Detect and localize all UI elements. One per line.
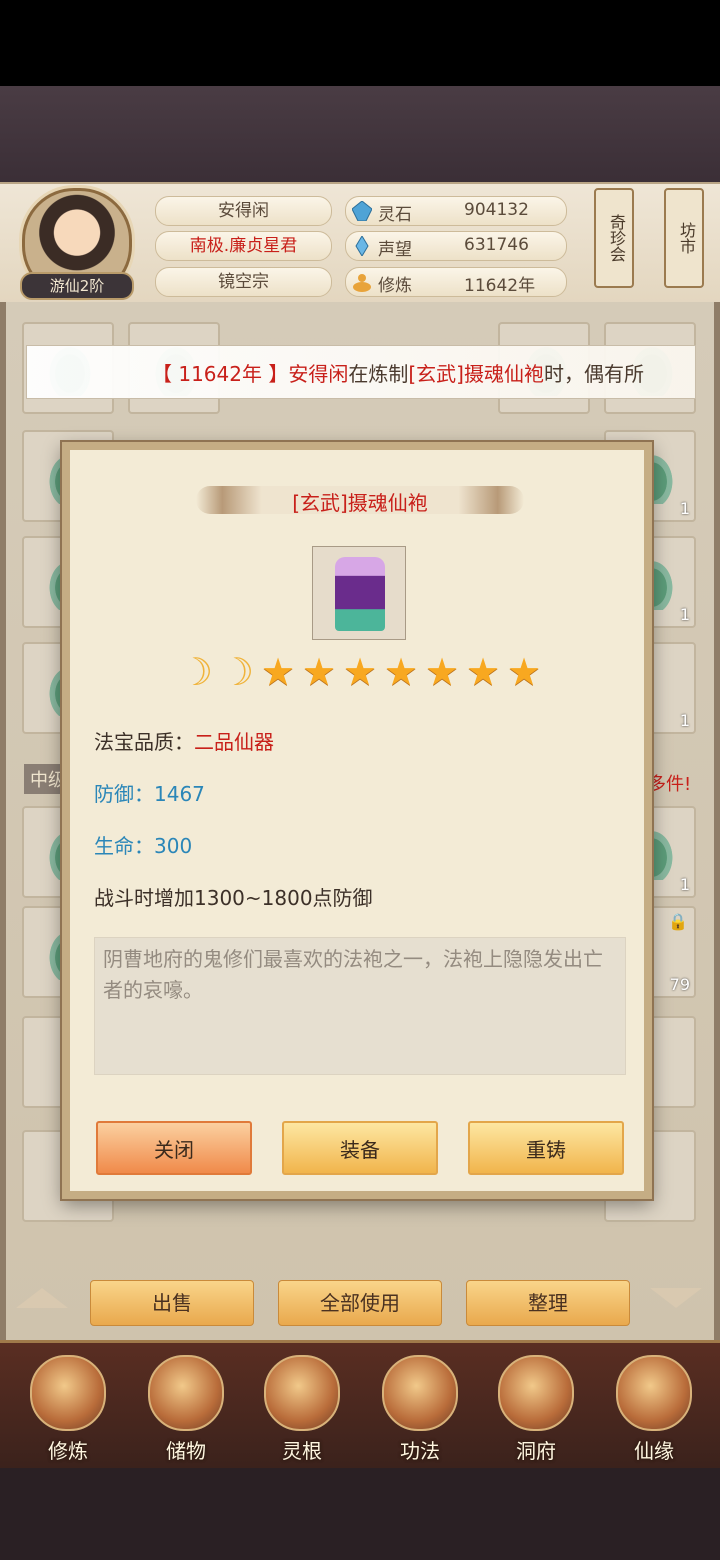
ticker-item: [玄武]摄魂仙袍 — [408, 362, 544, 386]
ticker-mid: 在炼制 — [348, 362, 409, 386]
star-grade-icon: ★ — [301, 650, 337, 694]
cultivation-icon — [352, 272, 372, 292]
player-sect: 镜空宗 — [155, 267, 332, 297]
top-background — [0, 86, 720, 186]
stat-value: 904132 — [464, 200, 529, 220]
cultivation-nav-icon — [30, 1355, 106, 1431]
player-title: 南极.廉贞星君 — [155, 231, 332, 261]
inventory-action-bar: 出售 全部使用 整理 — [90, 1280, 630, 1326]
star-grade-icon: ★ — [383, 650, 419, 694]
ticker-open: 【 — [152, 362, 179, 386]
equip-button[interactable]: 装备 — [282, 1121, 438, 1175]
dialog-title-bar: [玄武]摄魂仙袍 — [196, 478, 524, 522]
star-grade-icon: ★ — [342, 650, 378, 694]
stat-cultivation: 修炼 11642年 — [345, 267, 567, 297]
skill-book-icon — [382, 1355, 458, 1431]
player-name: 安得闲 — [155, 196, 332, 226]
nav-label: 储物 — [166, 1439, 206, 1463]
nav-spirit-root[interactable]: 灵根 — [252, 1355, 352, 1463]
nav-label: 修炼 — [48, 1439, 88, 1463]
stat-reputation: 声望 631746 — [345, 231, 567, 261]
ticker-name: 安得闲 — [288, 362, 349, 386]
stat-value: 11642年 — [464, 276, 536, 296]
nav-label: 洞府 — [516, 1439, 556, 1463]
nav-cultivation[interactable]: 修炼 — [18, 1355, 118, 1463]
slot-count: 1 — [679, 711, 690, 730]
star-grade-icon: ★ — [465, 650, 501, 694]
ticker-text: 【 11642年 】安得闲在炼制[玄武]摄魂仙袍时，偶有所 — [152, 358, 644, 387]
nav-storage[interactable]: 储物 — [136, 1355, 236, 1463]
page-down-arrow-icon[interactable] — [650, 1288, 702, 1308]
nav-label: 灵根 — [282, 1439, 322, 1463]
sort-button[interactable]: 整理 — [466, 1280, 630, 1326]
treasure-pavilion-button[interactable]: 奇珍会 — [594, 188, 634, 288]
status-bar-area — [0, 0, 720, 86]
stat-spirit-stone: 灵石 904132 — [345, 196, 567, 226]
ticker-year: 11642年 — [178, 362, 262, 386]
sell-button[interactable]: 出售 — [90, 1280, 254, 1326]
moon-grade-icon: ☽ — [178, 650, 214, 694]
page-up-arrow-icon[interactable] — [16, 1288, 68, 1308]
effect-text: 战斗时增加1300~1800点防御 — [94, 886, 373, 910]
reputation-icon — [352, 235, 372, 257]
fate-icon — [616, 1355, 692, 1431]
item-description: 阴曹地府的鬼修们最喜欢的法袍之一，法袍上隐隐发出亡者的哀嚎。 — [94, 937, 626, 1075]
stat-value: 631746 — [464, 235, 529, 255]
market-button[interactable]: 坊市 — [664, 188, 704, 288]
quality-value: 二品仙器 — [194, 730, 274, 754]
life-stat: 生命：300 — [94, 834, 193, 858]
defense-stat: 防御：1467 — [94, 782, 205, 806]
star-grade-icon: ★ — [506, 650, 542, 694]
player-rank: 游仙2阶 — [20, 272, 134, 300]
slot-count: 1 — [679, 499, 690, 518]
ticker-close: 】 — [261, 362, 289, 386]
nav-label: 功法 — [400, 1439, 440, 1463]
spirit-stone-icon — [351, 200, 373, 222]
robe-item-icon — [335, 557, 385, 631]
item-title: [玄武]摄魂仙袍 — [292, 491, 428, 515]
use-all-button[interactable]: 全部使用 — [278, 1280, 442, 1326]
moon-grade-icon: ☽ — [219, 650, 255, 694]
stat-label: 修炼 — [378, 276, 412, 296]
nav-label: 仙缘 — [634, 1439, 674, 1463]
star-grade-icon: ★ — [260, 650, 296, 694]
announcement-ticker: 【 11642年 】安得闲在炼制[玄武]摄魂仙袍时，偶有所 — [26, 345, 696, 399]
section-label-right: 多件! — [648, 774, 692, 795]
nav-skills[interactable]: 功法 — [370, 1355, 470, 1463]
star-grade-icon: ★ — [424, 650, 460, 694]
spirit-root-icon — [264, 1355, 340, 1431]
quality-label: 法宝品质： — [94, 730, 194, 754]
quality-row: 法宝品质：二品仙器 — [94, 726, 274, 755]
ticker-tail: 时，偶有所 — [543, 362, 644, 386]
slot-count: 79 — [669, 975, 690, 994]
recast-button[interactable]: 重铸 — [468, 1121, 624, 1175]
close-button[interactable]: 关闭 — [96, 1121, 252, 1175]
stat-label: 声望 — [378, 240, 412, 260]
slot-count: 1 — [679, 875, 690, 894]
nav-fate[interactable]: 仙缘 — [604, 1355, 704, 1463]
nav-cave[interactable]: 洞府 — [486, 1355, 586, 1463]
item-preview — [312, 546, 406, 640]
storage-bag-icon — [148, 1355, 224, 1431]
stat-label: 灵石 — [378, 205, 412, 225]
lock-icon: 🔒 — [668, 912, 688, 931]
slot-count: 1 — [679, 605, 690, 624]
cave-dwelling-icon — [498, 1355, 574, 1431]
